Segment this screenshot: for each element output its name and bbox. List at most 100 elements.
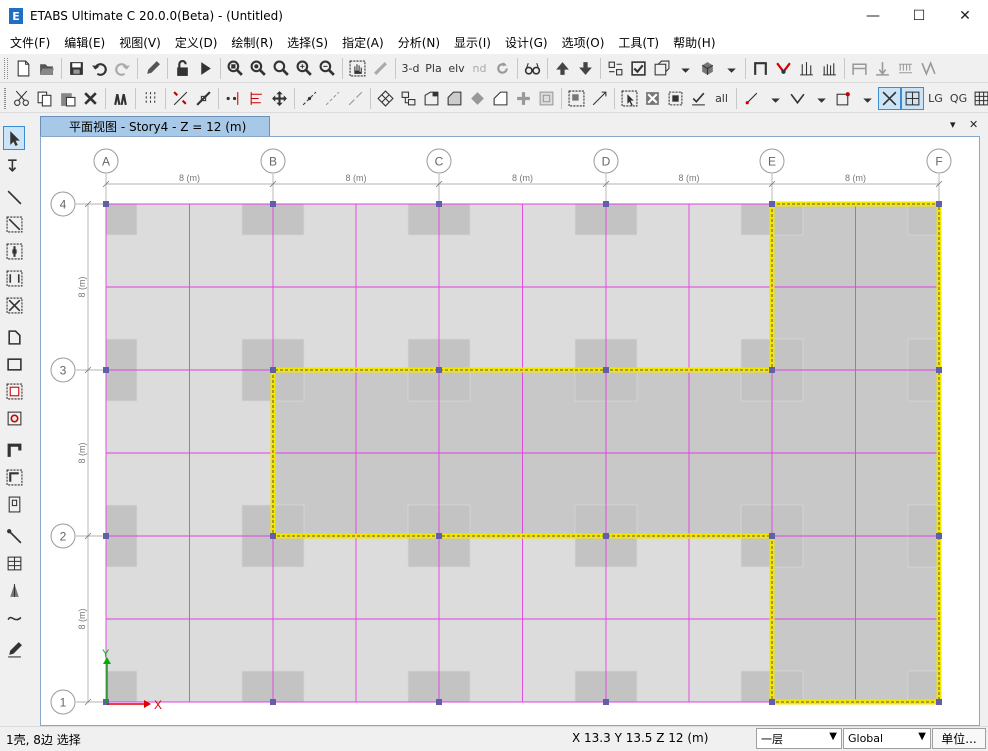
view-elevation-button[interactable]: elv	[445, 57, 468, 80]
view-plan-button[interactable]: Pla	[422, 57, 445, 80]
zoom-full-icon[interactable]	[270, 57, 293, 80]
maximize-button[interactable]: ☐	[896, 0, 942, 32]
frame-icon[interactable]	[749, 57, 772, 80]
select-cross-icon[interactable]	[641, 87, 664, 110]
toolbar-grip[interactable]	[4, 87, 6, 109]
draw-wall-click-icon[interactable]	[3, 465, 25, 489]
snap-point-icon[interactable]	[740, 87, 763, 110]
cube-dropdown-icon[interactable]	[719, 57, 742, 80]
cut-icon[interactable]	[10, 87, 33, 110]
draw-rectangle-icon[interactable]	[3, 352, 25, 376]
draw-text-icon[interactable]	[3, 637, 25, 661]
draw-wall-icon[interactable]	[3, 438, 25, 462]
view-nd-button[interactable]: nd	[468, 57, 491, 80]
menu-edit[interactable]: 编辑(E)	[57, 32, 112, 54]
snap-line-dropdown-icon[interactable]	[809, 87, 832, 110]
redo-button[interactable]	[111, 57, 134, 80]
load-arrow-icon[interactable]	[871, 57, 894, 80]
area-rotate-icon[interactable]	[466, 87, 489, 110]
plan-drawing[interactable]: A B C D E F 8 (m) 8 (m) 8 (m) 8 (m) 8 (m) 4 3 2 1 8 (m)…	[41, 137, 980, 726]
paste-icon[interactable]	[56, 87, 79, 110]
menu-draw[interactable]: 绘制(R)	[224, 32, 280, 54]
zoom-in-icon[interactable]	[293, 57, 316, 80]
draw-opening-icon[interactable]	[3, 406, 25, 430]
draw-beam-icon[interactable]	[3, 212, 25, 236]
offset-icon[interactable]	[512, 87, 535, 110]
menu-options[interactable]: 选项(O)	[555, 32, 612, 54]
replicate-icon[interactable]	[109, 87, 132, 110]
area-divide-icon[interactable]	[535, 87, 558, 110]
divide-frames-icon[interactable]	[169, 87, 192, 110]
draw-brace-icon[interactable]	[3, 293, 25, 317]
column-stack-icon[interactable]	[818, 57, 841, 80]
new-model-button[interactable]	[12, 57, 35, 80]
draw-column-icon[interactable]	[3, 239, 25, 263]
draw-floor-icon[interactable]	[3, 325, 25, 349]
draw-tendon-icon[interactable]	[3, 605, 25, 629]
menu-assign[interactable]: 指定(A)	[335, 32, 391, 54]
menu-define[interactable]: 定义(D)	[168, 32, 225, 54]
tab-plan-view[interactable]: 平面视图 - Story4 - Z = 12 (m)	[40, 116, 270, 136]
menu-file[interactable]: 文件(F)	[3, 32, 57, 54]
split-point-icon[interactable]	[222, 87, 245, 110]
draw-line-icon[interactable]	[3, 185, 25, 209]
tab-close-icon[interactable]: ✕	[969, 118, 978, 131]
toolbar-grip[interactable]	[4, 57, 8, 79]
view-3d-button[interactable]: 3-d	[399, 57, 422, 80]
pan-hand-icon[interactable]	[346, 57, 369, 80]
coord-system-select[interactable]: Global ▼	[843, 728, 931, 749]
move-icon[interactable]	[268, 87, 291, 110]
zoom-restore-icon[interactable]	[247, 57, 270, 80]
set-display-options-icon[interactable]	[604, 57, 627, 80]
minimize-button[interactable]: —	[850, 0, 896, 32]
grid-system-icon[interactable]	[970, 87, 988, 110]
run-analysis-button[interactable]	[194, 57, 217, 80]
draw-area-click-icon[interactable]	[3, 379, 25, 403]
chamfer-icon[interactable]	[443, 87, 466, 110]
open-model-button[interactable]	[35, 57, 58, 80]
join-line-icon[interactable]	[344, 87, 367, 110]
align-points-icon[interactable]	[245, 87, 268, 110]
select-pointer-icon[interactable]	[618, 87, 641, 110]
extend-line-icon[interactable]	[298, 87, 321, 110]
draw-link-icon[interactable]	[3, 524, 25, 548]
perspective-glasses-icon[interactable]	[521, 57, 544, 80]
extrude-dropdown-icon[interactable]	[673, 57, 696, 80]
menu-design[interactable]: 设计(G)	[498, 32, 555, 54]
tab-menu-icon[interactable]: ▾	[950, 118, 956, 131]
snap-area-dropdown-icon[interactable]	[855, 87, 878, 110]
rotate-view-icon[interactable]	[491, 57, 514, 80]
select-window-icon[interactable]	[565, 87, 588, 110]
snap-grid-toggle[interactable]	[878, 86, 901, 110]
select-arrow-icon[interactable]	[3, 126, 25, 150]
menu-analyze[interactable]: 分析(N)	[391, 32, 447, 54]
close-button[interactable]: ✕	[942, 0, 988, 32]
show-joints-icon[interactable]	[139, 87, 162, 110]
spring-support-icon[interactable]	[917, 57, 940, 80]
snap-line-icon[interactable]	[786, 87, 809, 110]
merge-frames-icon[interactable]	[192, 87, 215, 110]
undo-button[interactable]	[88, 57, 111, 80]
cube-3d-icon[interactable]	[696, 57, 719, 80]
draw-wall-opening-icon[interactable]	[3, 492, 25, 516]
mesh-area-icon[interactable]	[374, 87, 397, 110]
copy-icon[interactable]	[33, 87, 56, 110]
zoom-window-icon[interactable]	[224, 57, 247, 80]
menu-select[interactable]: 选择(S)	[280, 32, 335, 54]
snap-dropdown-icon[interactable]	[763, 87, 786, 110]
menu-display[interactable]: 显示(I)	[447, 32, 498, 54]
qg-button[interactable]: QG	[947, 87, 970, 110]
select-previous-icon[interactable]	[687, 87, 710, 110]
area-extrude-icon[interactable]	[489, 87, 512, 110]
reshape-icon[interactable]	[3, 153, 25, 177]
trim-line-icon[interactable]	[321, 87, 344, 110]
brace-icon[interactable]	[772, 57, 795, 80]
select-properties-icon[interactable]	[664, 87, 687, 110]
edit-area-icon[interactable]	[420, 87, 443, 110]
draw-grid-icon[interactable]	[3, 551, 25, 575]
draw-secondary-beam-icon[interactable]	[3, 266, 25, 290]
snap-area-icon[interactable]	[832, 87, 855, 110]
zoom-out-icon[interactable]	[316, 57, 339, 80]
move-down-icon[interactable]	[574, 57, 597, 80]
menu-tools[interactable]: 工具(T)	[611, 32, 666, 54]
